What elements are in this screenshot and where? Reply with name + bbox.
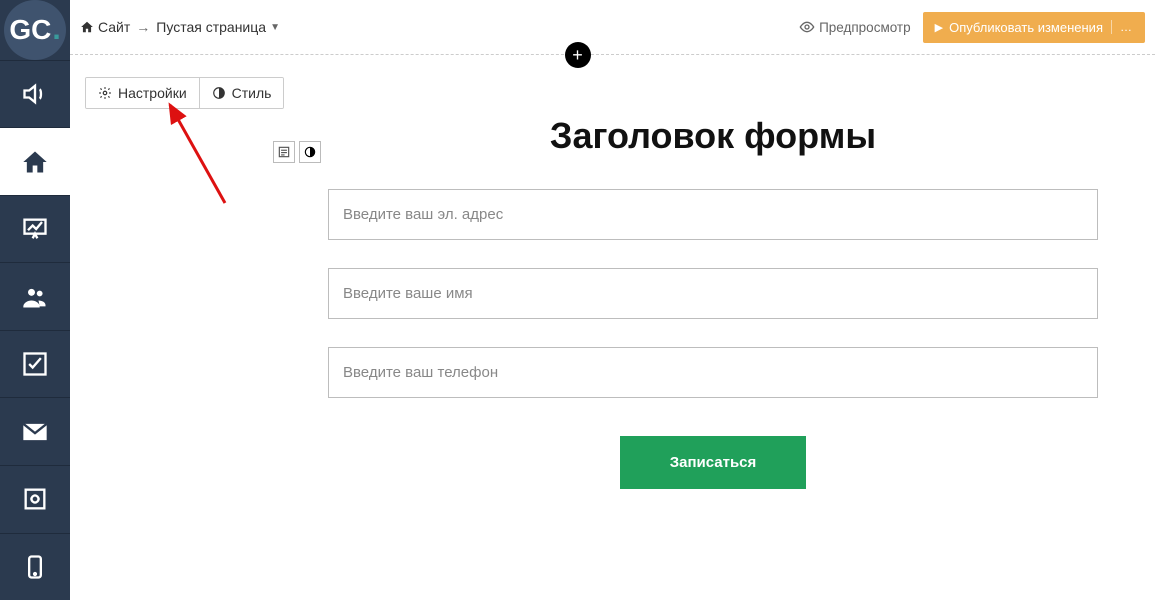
- form-block: Заголовок формы Записаться: [328, 115, 1098, 489]
- name-input[interactable]: [328, 268, 1098, 319]
- phone-icon: [21, 553, 49, 581]
- users-icon: [21, 283, 49, 311]
- logo[interactable]: GC.: [4, 0, 66, 60]
- sidebar-item-users[interactable]: [0, 262, 70, 330]
- play-icon: ▶: [935, 21, 943, 34]
- sidebar-item-mobile[interactable]: [0, 533, 70, 600]
- preview-label: Предпросмотр: [819, 20, 911, 35]
- sidebar-item-home[interactable]: [0, 127, 70, 195]
- logo-text: GC.: [9, 13, 60, 47]
- sidebar-item-sound[interactable]: [0, 60, 70, 128]
- phone-input[interactable]: [328, 347, 1098, 398]
- publish-button[interactable]: ▶ Опубликовать изменения …: [923, 12, 1145, 43]
- breadcrumb-page: Пустая страница: [156, 19, 266, 35]
- left-sidebar: GC.: [0, 0, 70, 600]
- breadcrumb-site: Сайт: [98, 19, 130, 35]
- more-icon: …: [1111, 20, 1133, 34]
- sidebar-item-tasks[interactable]: [0, 330, 70, 398]
- home-icon: [21, 148, 49, 176]
- topbar: Сайт → Пустая страница ▼ Предпросмотр ▶ …: [70, 0, 1155, 55]
- canvas: Заголовок формы Записаться: [70, 55, 1155, 600]
- submit-button[interactable]: Записаться: [620, 436, 807, 489]
- chart-presentation-icon: [21, 215, 49, 243]
- breadcrumb-arrow: →: [136, 19, 150, 35]
- publish-label: Опубликовать изменения: [949, 20, 1103, 35]
- email-input[interactable]: [328, 189, 1098, 240]
- checkbox-icon: [21, 350, 49, 378]
- sound-icon: [21, 80, 49, 108]
- mail-icon: [21, 418, 49, 446]
- sidebar-item-analytics[interactable]: [0, 195, 70, 263]
- safe-icon: [21, 485, 49, 513]
- chevron-down-icon: ▼: [270, 22, 280, 33]
- eye-icon: [799, 19, 815, 35]
- form-title: Заголовок формы: [328, 115, 1098, 157]
- add-section-button[interactable]: +: [565, 42, 591, 68]
- sidebar-item-mail[interactable]: [0, 397, 70, 465]
- preview-button[interactable]: Предпросмотр: [799, 19, 911, 35]
- sidebar-item-safe[interactable]: [0, 465, 70, 533]
- breadcrumb[interactable]: Сайт → Пустая страница ▼: [80, 19, 280, 35]
- home-small-icon: [80, 20, 94, 34]
